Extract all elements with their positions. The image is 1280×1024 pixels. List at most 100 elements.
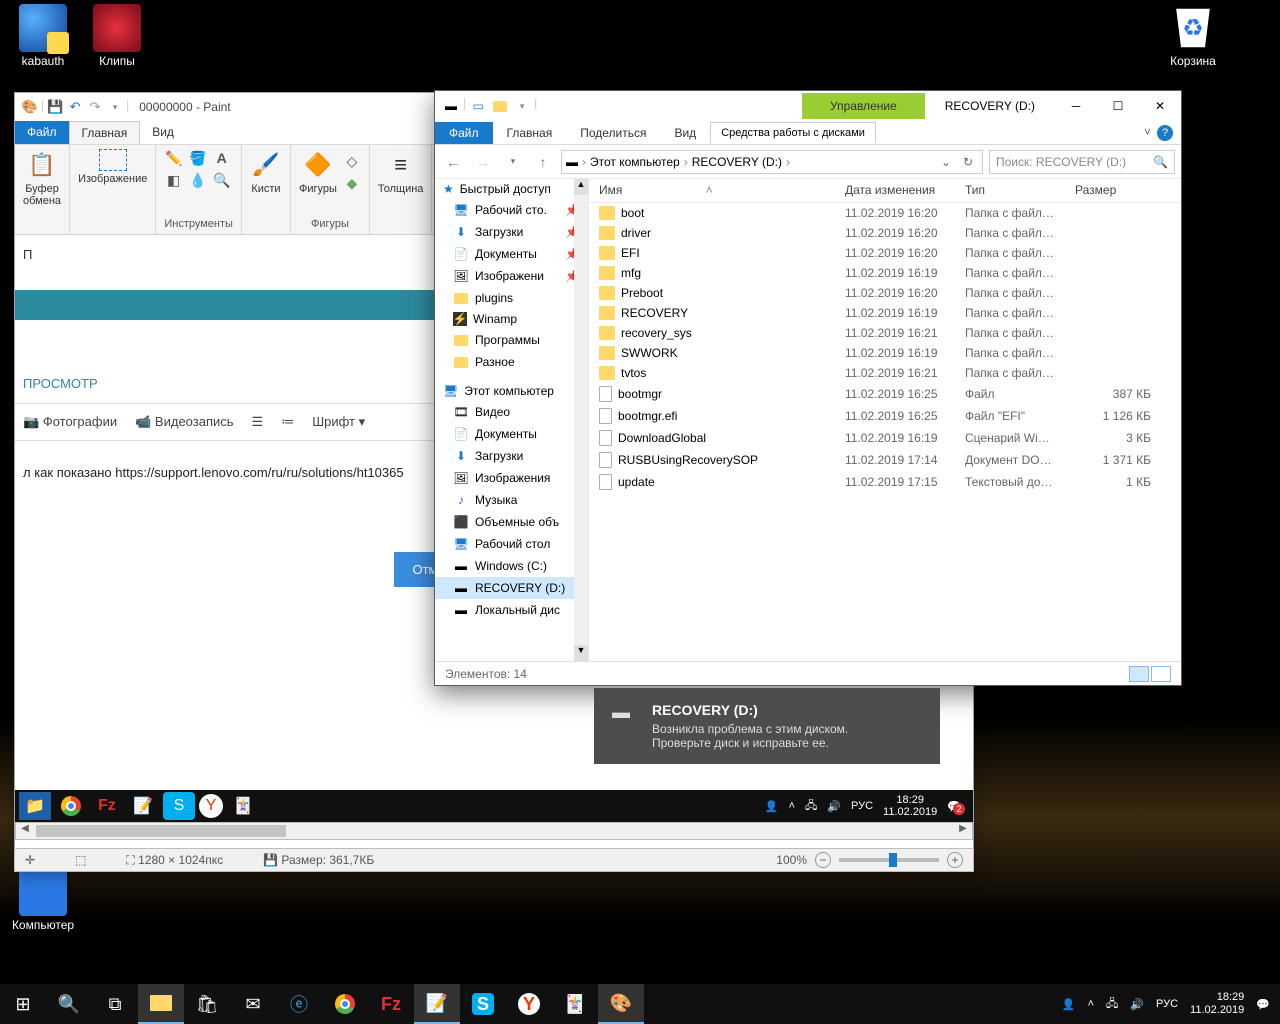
lang-indicator[interactable]: РУС [851,800,873,812]
action-center-icon[interactable]: 💬 [1256,998,1270,1011]
thickness-button[interactable]: ≡ Толщина [378,149,424,195]
qat-dropdown-icon[interactable]: ▾ [106,98,124,116]
nav-music[interactable]: ♪Музыка [435,489,588,511]
address-bar[interactable]: ▬ › Этот компьютер › RECOVERY (D:) › ⌄ ↻ [561,150,983,174]
desktop-icon-kabauth[interactable]: kabauth [8,4,78,68]
ribbon-chevron-icon[interactable]: ˅ [1144,125,1151,141]
pencil-icon[interactable]: ✏️ [165,149,183,167]
nav-winamp[interactable]: ⚡Winamp [435,309,588,329]
crumb-drive[interactable]: RECOVERY (D:) [692,155,782,169]
taskbar-store[interactable]: 🛍 [184,984,230,1024]
zoom-icon[interactable]: 🔍 [213,171,231,189]
desktop-icon-klipy[interactable]: Клипы [82,4,152,68]
desktop-icon-recycle[interactable]: Корзина [1158,4,1228,68]
outline-icon[interactable]: ◇ [343,152,361,170]
help-icon[interactable]: ? [1157,125,1173,141]
file-list[interactable]: boot11.02.2019 16:20Папка с файламиdrive… [589,203,1181,661]
nav-downloads[interactable]: ⬇Загрузки📌 [435,221,588,243]
list-icon[interactable]: ☰ [252,414,264,430]
fill-icon[interactable]: 🪣 [189,149,207,167]
nav-programs[interactable]: Программы [435,329,588,351]
inner-explorer-icon[interactable]: 📁 [19,792,51,820]
quick-access-header[interactable]: ★Быстрый доступ [435,179,588,199]
file-row[interactable]: RUSBUsingRecoverySOP11.02.2019 17:14Доку… [589,449,1181,471]
file-row[interactable]: mfg11.02.2019 16:19Папка с файлами [589,263,1181,283]
properties-icon[interactable]: ▭ [468,96,488,116]
nav-ddrive[interactable]: ▬RECOVERY (D:) [435,577,588,599]
clipboard-button[interactable]: 📋 Буфер обмена [23,149,61,207]
manage-contextual-tab[interactable]: Управление [802,93,925,119]
network-icon[interactable]: 🖧 [805,797,817,816]
clock[interactable]: 18:2911.02.2019 [1190,991,1244,1017]
file-row[interactable]: EFI11.02.2019 16:20Папка с файлами [589,243,1181,263]
qat-dropdown-icon[interactable]: ▾ [512,96,532,116]
nav-img2[interactable]: 🖼Изображения [435,467,588,489]
file-row[interactable]: recovery_sys11.02.2019 16:21Папка с файл… [589,323,1181,343]
file-row[interactable]: bootmgr11.02.2019 16:25Файл387 КБ [589,383,1181,405]
numbered-list-icon[interactable]: ≔ [281,414,294,430]
col-size[interactable]: Размер [1065,179,1181,202]
nav-dl2[interactable]: ⬇Загрузки [435,445,588,467]
search-input[interactable]: Поиск: RECOVERY (D:) 🔍 [989,150,1175,174]
inner-clock[interactable]: 18:2911.02.2019 [883,794,937,818]
volume-icon[interactable]: 🔊 [1130,998,1144,1011]
file-row[interactable]: driver11.02.2019 16:20Папка с файлами [589,223,1181,243]
volume-icon[interactable]: 🔊 [827,800,841,813]
text-icon[interactable]: A [213,149,231,167]
desktop-icon-computer[interactable]: Компьютер [8,868,78,932]
zoom-out-button[interactable]: − [815,852,831,868]
up-button[interactable]: ↑ [531,150,555,174]
canvas-hscrollbar[interactable]: ◀▶ [15,822,973,840]
taskbar-explorer[interactable] [138,984,184,1024]
inner-notepad-icon[interactable]: 📝 [127,792,159,820]
col-date[interactable]: Дата изменения [835,179,955,202]
people-icon[interactable]: 👤 [1062,998,1076,1011]
history-dropdown[interactable]: ▾ [501,150,525,174]
nav-localdisk[interactable]: ▬Локальный дис [435,599,588,621]
shapes-button[interactable]: 🔶 Фигуры [299,149,337,195]
taskbar-skype[interactable]: S [460,984,506,1024]
nav-video[interactable]: 🎞Видео [435,401,588,423]
nav-cdrive[interactable]: ▬Windows (C:) [435,555,588,577]
tab-home[interactable]: Главная [69,121,141,144]
video-button[interactable]: 📹 Видеозапись [135,414,233,430]
chevron-up-icon[interactable]: ˄ [789,800,795,812]
icons-view-button[interactable] [1151,666,1171,682]
notification-toast[interactable]: ▬ RECOVERY (D:) Возникла проблема с этим… [594,688,940,764]
search-button[interactable]: 🔍 [46,984,92,1024]
search-icon[interactable]: 🔍 [1153,155,1168,169]
col-type[interactable]: Тип [955,179,1065,202]
inner-yandex-icon[interactable]: Y [199,794,223,818]
tab-file[interactable]: Файл [15,121,69,144]
tab-drive-tools[interactable]: Средства работы с дисками [710,122,876,143]
image-button[interactable]: Изображение [78,149,147,185]
nav-plugins[interactable]: plugins [435,287,588,309]
zoom-in-button[interactable]: + [947,852,963,868]
undo-icon[interactable]: ↶ [66,98,84,116]
chevron-up-icon[interactable]: ˄ [1088,998,1094,1010]
font-dropdown[interactable]: Шрифт ▾ [312,414,365,430]
photo-button[interactable]: 📷 Фотографии [23,414,117,430]
taskbar-cards[interactable]: 🃏 [552,984,598,1024]
tab-view[interactable]: Вид [660,122,710,144]
taskbar-chrome[interactable] [322,984,368,1024]
file-row[interactable]: SWWORK11.02.2019 16:19Папка с файлами [589,343,1181,363]
nav-images[interactable]: 🖼Изображени📌 [435,265,588,287]
action-center-icon[interactable]: 💬2 [947,800,961,813]
back-button[interactable]: ← [441,150,465,174]
redo-icon[interactable]: ↷ [86,98,104,116]
nav-docs2[interactable]: 📄Документы [435,423,588,445]
eraser-icon[interactable]: ◧ [165,171,183,189]
col-name[interactable]: Имя ˄ [589,179,835,202]
picker-icon[interactable]: 💧 [189,171,207,189]
people-icon[interactable]: 👤 [765,800,779,813]
taskbar-edge[interactable]: ⓔ [276,984,322,1024]
zoom-slider[interactable] [839,858,939,862]
nav-documents[interactable]: 📄Документы📌 [435,243,588,265]
taskbar-paint[interactable]: 🎨 [598,984,644,1024]
file-row[interactable]: tvtos11.02.2019 16:21Папка с файлами [589,363,1181,383]
taskbar-filezilla[interactable]: Fz [368,984,414,1024]
taskbar-mail[interactable]: ✉ [230,984,276,1024]
nav-desktop[interactable]: 🖥Рабочий сто.📌 [435,199,588,221]
maximize-button[interactable]: ☐ [1097,91,1139,121]
